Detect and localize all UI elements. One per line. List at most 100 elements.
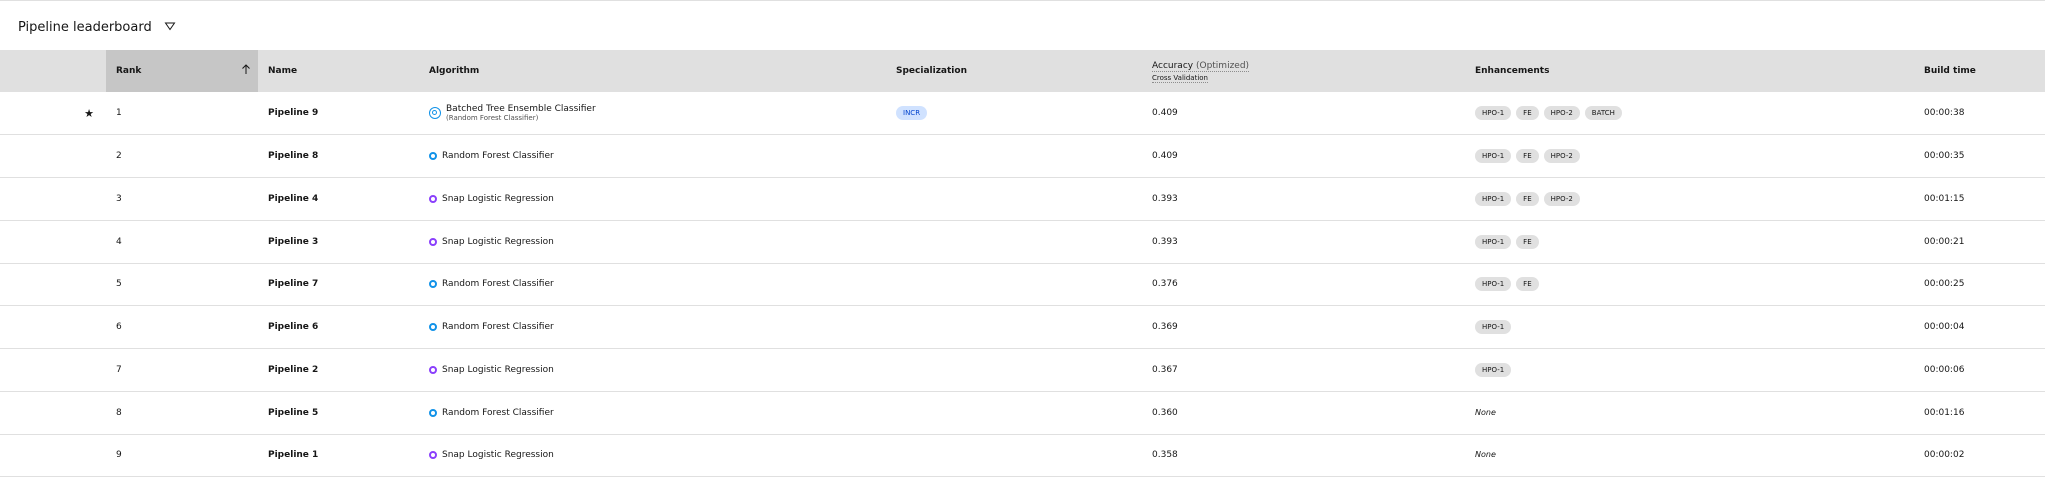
enhancement-tag: FE (1516, 149, 1539, 164)
enhancement-tag: BATCH (1584, 106, 1622, 121)
pipeline-name[interactable]: Pipeline 9 (258, 92, 429, 135)
specialization-cell (896, 135, 1152, 178)
algorithm-cell: Snap Logistic Regression (429, 220, 896, 263)
build-time-cell: 00:00:38 (1924, 108, 1965, 119)
algorithm-name: Random Forest Classifier (442, 279, 554, 290)
enhancement-tag: HPO-1 (1475, 149, 1512, 164)
pipeline-name[interactable]: Pipeline 2 (258, 349, 429, 392)
logistic-regression-icon (429, 237, 437, 246)
logistic-regression-icon (429, 194, 437, 203)
pipeline-name[interactable]: Pipeline 4 (258, 178, 429, 221)
table-row[interactable]: 6 Pipeline 6 Random Forest Classifier 0.… (0, 306, 2045, 349)
algorithm-name: Batched Tree Ensemble Classifier (446, 104, 596, 115)
table-row[interactable]: 9 Pipeline 1 Snap Logistic Regression 0.… (0, 434, 2045, 477)
algorithm-header[interactable]: Algorithm (429, 50, 896, 92)
table-row[interactable]: 8 Pipeline 5 Random Forest Classifier 0.… (0, 391, 2045, 434)
specialization-cell (896, 306, 1152, 349)
accuracy-optimized-label: (Optimized) (1195, 60, 1250, 71)
rank-cell: 3 (116, 193, 122, 204)
enhancement-tag: FE (1516, 234, 1539, 249)
accuracy-cell: 0.367 (1152, 364, 1178, 375)
enhancement-tag: FE (1516, 277, 1539, 292)
rank-cell: 5 (116, 279, 122, 290)
table-row[interactable]: 5 Pipeline 7 Random Forest Classifier 0.… (0, 263, 2045, 306)
algorithm-cell: Random Forest Classifier (429, 306, 896, 349)
random-forest-icon (429, 323, 437, 332)
star-cell (0, 306, 106, 349)
accuracy-cell: 0.409 (1152, 151, 1178, 162)
pipeline-name[interactable]: Pipeline 6 (258, 306, 429, 349)
rank-cell: 2 (116, 151, 122, 162)
name-header[interactable]: Name (258, 50, 429, 92)
accuracy-cell: 0.358 (1152, 450, 1178, 461)
build-time-cell: 00:00:35 (1924, 151, 1965, 162)
rank-header-label: Rank (116, 66, 142, 76)
logistic-regression-icon (429, 365, 437, 374)
algorithm-name: Random Forest Classifier (442, 322, 554, 333)
enhancement-tag: HPO-1 (1475, 362, 1512, 377)
algorithm-cell: Random Forest Classifier (429, 391, 896, 434)
pipeline-name[interactable]: Pipeline 5 (258, 391, 429, 434)
enhancement-tag: HPO-1 (1475, 106, 1512, 121)
accuracy-label: Accuracy (1152, 60, 1194, 71)
enhancement-tag: HPO-2 (1543, 106, 1580, 121)
algorithm-name: Snap Logistic Regression (442, 236, 554, 247)
algorithm-name: Random Forest Classifier (442, 407, 554, 418)
build-time-cell: 00:00:02 (1924, 450, 1965, 461)
accuracy-cell: 0.376 (1152, 279, 1178, 290)
specialization-cell (896, 434, 1152, 477)
table-header-row: Rank Name Algorithm Specialization Accur… (0, 50, 2045, 92)
batched-tree-icon (429, 107, 441, 120)
table-row[interactable]: 7 Pipeline 2 Snap Logistic Regression 0.… (0, 349, 2045, 392)
accuracy-header[interactable]: Accuracy (Optimized) Cross Validation (1152, 50, 1475, 92)
build-time-header[interactable]: Build time (1924, 50, 2045, 92)
leaderboard-table: Rank Name Algorithm Specialization Accur… (0, 50, 2045, 477)
enhancements-cell: HPO-1 FE HPO-2 (1475, 135, 1924, 178)
enhancement-tag: HPO-1 (1475, 320, 1512, 335)
accuracy-cell: 0.409 (1152, 108, 1178, 119)
pipeline-name[interactable]: Pipeline 7 (258, 263, 429, 306)
build-time-cell: 00:00:21 (1924, 236, 1965, 247)
rank-cell: 6 (116, 322, 122, 333)
pipeline-name[interactable]: Pipeline 3 (258, 220, 429, 263)
table-row[interactable]: 4 Pipeline 3 Snap Logistic Regression 0.… (0, 220, 2045, 263)
logistic-regression-icon (429, 451, 437, 460)
enhancements-none: None (1475, 450, 1496, 460)
enhancement-tag: HPO-1 (1475, 191, 1512, 206)
enhancements-cell: HPO-1 FE (1475, 263, 1924, 306)
table-row[interactable]: 3 Pipeline 4 Snap Logistic Regression 0.… (0, 178, 2045, 221)
rank-header[interactable]: Rank (106, 50, 258, 92)
filter-icon[interactable] (164, 21, 176, 33)
cross-validation-label: Cross Validation (1152, 73, 1208, 83)
specialization-cell (896, 263, 1152, 306)
star-cell (0, 349, 106, 392)
pipeline-name[interactable]: Pipeline 1 (258, 434, 429, 477)
star-icon: ★ (84, 106, 94, 120)
enhancements-cell: None (1475, 434, 1924, 477)
algorithm-name: Snap Logistic Regression (442, 450, 554, 461)
specialization-cell (896, 349, 1152, 392)
accuracy-cell: 0.360 (1152, 407, 1178, 418)
page-title: Pipeline leaderboard (18, 19, 152, 35)
algorithm-cell: Snap Logistic Regression (429, 349, 896, 392)
specialization-header[interactable]: Specialization (896, 50, 1152, 92)
enhancements-cell: HPO-1 FE HPO-2 (1475, 178, 1924, 221)
build-time-cell: 00:00:04 (1924, 322, 1965, 333)
rank-cell: 7 (116, 364, 122, 375)
enhancements-cell: HPO-1 (1475, 306, 1924, 349)
sort-ascending-icon[interactable] (241, 64, 251, 78)
enhancement-tag: HPO-1 (1475, 277, 1512, 292)
algorithm-subtitle: (Random Forest Classifier) (446, 114, 539, 123)
table-row[interactable]: 2 Pipeline 8 Random Forest Classifier 0.… (0, 135, 2045, 178)
specialization-cell: INCR (896, 92, 1152, 135)
pipeline-name[interactable]: Pipeline 8 (258, 135, 429, 178)
algorithm-cell: Snap Logistic Regression (429, 178, 896, 221)
table-row[interactable]: ★ 1 Pipeline 9 Batched Tree Ensemble Cla… (0, 92, 2045, 135)
enhancement-tag: HPO-2 (1543, 191, 1580, 206)
enhancements-cell: HPO-1 FE (1475, 220, 1924, 263)
star-cell (0, 391, 106, 434)
enhancements-header[interactable]: Enhancements (1475, 50, 1924, 92)
star-cell: ★ (0, 92, 106, 135)
random-forest-icon (429, 280, 437, 289)
rank-cell: 9 (116, 450, 122, 461)
